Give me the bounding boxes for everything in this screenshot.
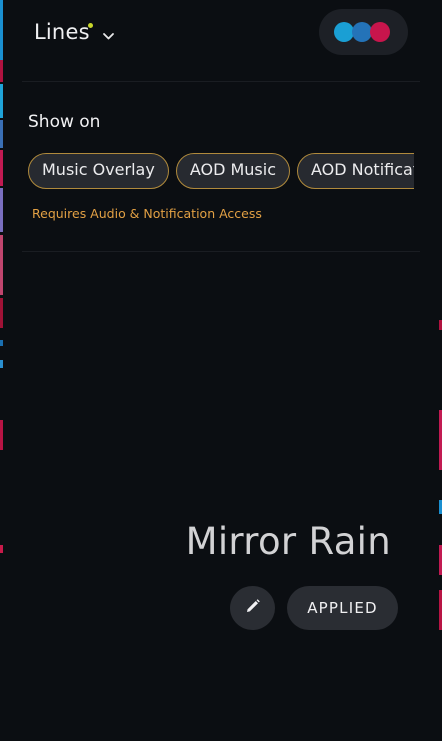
chip-music-overlay[interactable]: Music Overlay bbox=[28, 153, 169, 189]
color-palette-button[interactable] bbox=[319, 9, 408, 55]
chip-aod-music[interactable]: AOD Music bbox=[175, 153, 290, 189]
edit-button[interactable] bbox=[230, 586, 275, 630]
palette-color-1 bbox=[334, 22, 354, 42]
pencil-icon bbox=[245, 598, 261, 618]
chip-aod-notification[interactable]: AOD Notification bbox=[297, 153, 414, 189]
theme-title: Lines bbox=[34, 20, 90, 44]
requirement-note: Requires Audio & Notification Access bbox=[32, 206, 262, 221]
palette-color-2 bbox=[352, 22, 372, 42]
palette-color-3 bbox=[370, 22, 390, 42]
show-on-chip-row[interactable]: Music OverlayAOD MusicAOD Notification bbox=[28, 153, 414, 189]
section-title: Show on bbox=[28, 112, 101, 132]
applied-button[interactable]: APPLIED bbox=[287, 586, 398, 630]
new-indicator-dot bbox=[88, 23, 93, 28]
divider bbox=[22, 251, 420, 252]
divider bbox=[22, 81, 420, 82]
chevron-down-icon bbox=[102, 26, 115, 45]
style-name: Mirror Rain bbox=[185, 520, 391, 563]
